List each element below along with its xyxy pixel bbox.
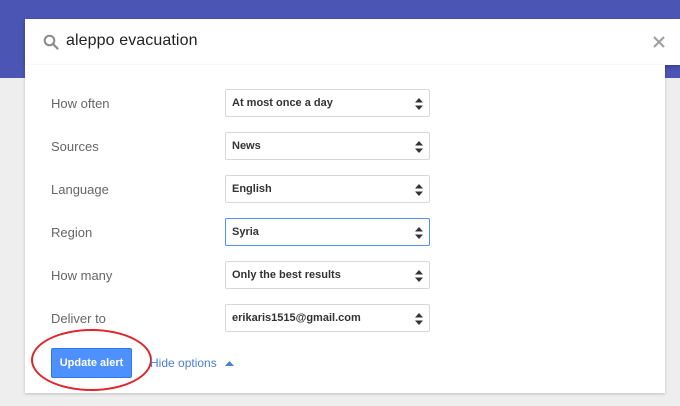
how-many-select[interactable]: Only the best results bbox=[225, 261, 430, 289]
search-box[interactable]: aleppo evacuation bbox=[25, 19, 680, 65]
deliver-to-label: Deliver to bbox=[51, 311, 106, 326]
sources-select[interactable]: News bbox=[225, 132, 430, 160]
sources-label: Sources bbox=[51, 139, 99, 154]
hide-options-link[interactable]: Hide options bbox=[150, 356, 234, 370]
hide-options-label: Hide options bbox=[150, 356, 217, 370]
region-select[interactable]: Syria bbox=[225, 218, 430, 246]
how-often-select[interactable]: At most once a day bbox=[225, 89, 430, 117]
select-arrows-icon bbox=[415, 227, 423, 239]
select-arrows-icon bbox=[415, 141, 423, 153]
update-alert-button[interactable]: Update alert bbox=[51, 348, 132, 378]
how-often-label: How often bbox=[51, 96, 110, 111]
region-label: Region bbox=[51, 225, 93, 240]
sources-value: News bbox=[232, 140, 261, 152]
select-arrows-icon bbox=[415, 184, 423, 196]
close-icon[interactable] bbox=[651, 34, 667, 50]
caret-up-icon bbox=[224, 360, 234, 366]
how-many-label: How many bbox=[51, 268, 113, 283]
search-icon bbox=[43, 34, 59, 50]
region-value: Syria bbox=[232, 226, 259, 238]
select-arrows-icon bbox=[415, 98, 423, 110]
select-arrows-icon bbox=[415, 270, 423, 282]
deliver-to-value: erikaris1515@gmail.com bbox=[232, 312, 361, 324]
how-often-value: At most once a day bbox=[232, 97, 333, 109]
select-arrows-icon bbox=[415, 313, 423, 325]
language-value: English bbox=[232, 183, 272, 195]
language-label: Language bbox=[51, 182, 109, 197]
deliver-to-select[interactable]: erikaris1515@gmail.com bbox=[225, 304, 430, 332]
search-input[interactable]: aleppo evacuation bbox=[66, 32, 198, 50]
how-many-value: Only the best results bbox=[232, 269, 341, 281]
language-select[interactable]: English bbox=[225, 175, 430, 203]
